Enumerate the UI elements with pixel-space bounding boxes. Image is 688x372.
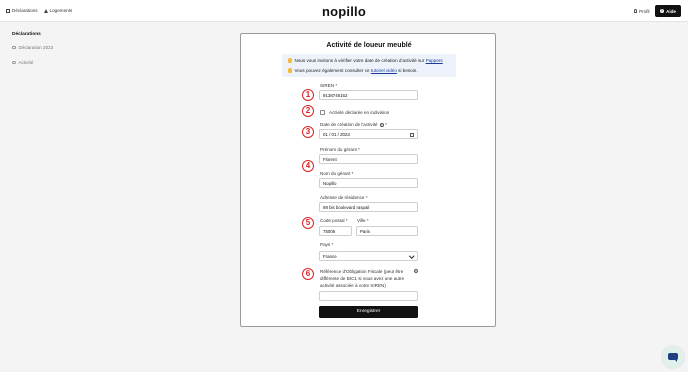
sidebar-item-activite[interactable]: Activité	[12, 60, 122, 65]
indivision-label: Activité déclarée en indivision	[329, 109, 390, 115]
help-button[interactable]: ? Aide	[654, 5, 681, 17]
sidebar-item-declaration-2023[interactable]: Déclaration 2023	[12, 45, 122, 50]
lightbulb-icon	[288, 58, 292, 63]
profile-label: Profil	[639, 8, 650, 14]
brand-logo[interactable]: nopillo	[0, 4, 688, 19]
sidebar-item-label: Déclaration 2023	[18, 45, 54, 50]
info-text: Nous vous invitons à vérifier votre date…	[295, 58, 443, 63]
siren-label: SIREN *	[320, 83, 338, 88]
chevron-down-icon	[408, 253, 414, 259]
activity-form-card: Activité de loueur meublé Nous vous invi…	[240, 33, 496, 327]
pappers-link[interactable]: Pappers	[426, 58, 443, 63]
last-name-label: Nom du gérant *	[320, 171, 354, 176]
address-input[interactable]: 98 bis boulevard raspail	[319, 202, 418, 212]
step-marker-5: 5	[302, 217, 314, 229]
step-marker-3: 3	[302, 126, 314, 138]
last-name-input[interactable]: Nopillo	[319, 178, 418, 188]
chat-widget-button[interactable]	[662, 346, 684, 368]
info-text-1: Nous vous invitons à vérifier votre date…	[294, 58, 426, 63]
help-icon: ?	[659, 8, 665, 14]
first-name-input[interactable]: Florent	[319, 154, 418, 164]
info-icon[interactable]: i	[414, 269, 418, 273]
chat-icon-tail	[674, 359, 677, 362]
step-marker-2: 2	[302, 105, 314, 117]
city-label: Ville *	[357, 218, 369, 223]
postal-code-input[interactable]: 75006	[319, 226, 352, 236]
creation-date-input[interactable]: 01 / 01 / 2023	[319, 129, 418, 139]
help-label: Aide	[666, 8, 676, 14]
country-value: France	[323, 254, 337, 259]
fiscal-ref-label-line: différente de BIC1 si vous avez une autr…	[320, 276, 405, 281]
info-text: Vous pouvez également consulter ce tutor…	[295, 68, 418, 73]
document-icon	[12, 45, 16, 50]
address-label: Adresse de résidence *	[320, 195, 368, 200]
lightbulb-icon	[288, 68, 292, 73]
creation-date-label-text: Date de création de l'activité	[320, 122, 378, 127]
user-icon	[12, 60, 16, 65]
step-marker-1: 1	[302, 89, 314, 101]
required-mark: *	[383, 122, 387, 127]
indivision-checkbox[interactable]	[320, 110, 325, 115]
sidebar-item-label: Activité	[18, 60, 34, 65]
fiscal-ref-label-line: Référence d'Obligation Fiscale (peut êtr…	[320, 269, 404, 274]
creation-date-value: 01 / 01 / 2023	[323, 132, 350, 137]
fiscal-ref-input[interactable]	[319, 291, 418, 301]
top-bar: Déclarations Logements nopillo Profil ? …	[0, 0, 688, 22]
city-input[interactable]: Paris	[356, 226, 418, 236]
form-title: Activité de loueur meublé	[326, 42, 412, 49]
siren-input[interactable]: 9138746162	[319, 90, 418, 100]
tutorial-link[interactable]: tutoriel vidéo	[371, 68, 397, 73]
creation-date-label: Date de création de l'activité i *	[320, 122, 387, 127]
fiscal-ref-label-line: activité associée à votre SIREN)	[320, 283, 386, 288]
country-label: Pays *	[320, 242, 334, 247]
country-select[interactable]: France	[319, 251, 418, 261]
first-name-label: Prénom du gérant *	[320, 147, 360, 152]
profile-link[interactable]: Profil	[633, 8, 650, 14]
fiscal-ref-label: Référence d'Obligation Fiscale (peut êtr…	[320, 268, 416, 289]
info-banner: Nous vous invitons à vérifier votre date…	[282, 54, 456, 77]
step-marker-6: 6	[302, 268, 314, 280]
info-text-2-suffix: si besoin.	[396, 68, 418, 73]
user-icon	[633, 9, 638, 13]
save-button[interactable]: Enregistrer	[319, 306, 418, 318]
info-text-2: Vous pouvez également consulter ce	[294, 68, 371, 73]
info-line-tutorial: Vous pouvez également consulter ce tutor…	[288, 68, 418, 73]
sidebar-title: Déclarations	[12, 32, 41, 37]
postal-code-label: Code postal *	[320, 218, 348, 223]
step-marker-4: 4	[302, 160, 314, 172]
sidebar: Déclarations Déclaration 2023 Activité	[12, 32, 122, 75]
header-actions: Profil ? Aide	[633, 5, 681, 17]
info-line-pappers: Nous vous invitons à vérifier votre date…	[288, 58, 443, 63]
calendar-icon[interactable]	[410, 132, 414, 137]
